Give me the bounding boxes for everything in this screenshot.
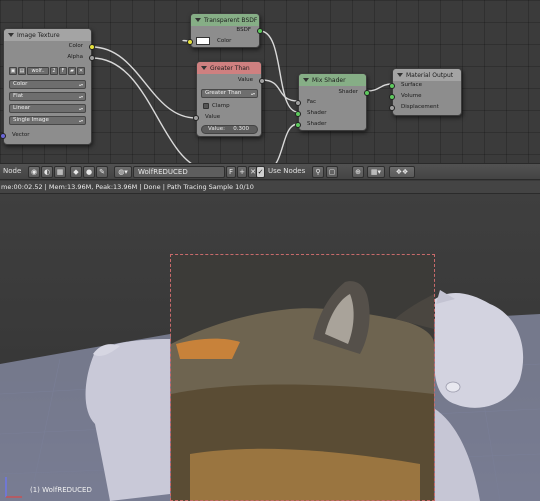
source-dropdown[interactable]: Single Image [9,116,86,125]
object-type-icon[interactable]: ◆ [70,166,82,178]
open-file-icon[interactable]: ▰ [68,67,76,75]
mix-shader-node[interactable]: Mix Shader Shader Fac Shader Shader [295,73,370,131]
clamp-checkbox[interactable] [203,103,209,109]
output-bsdf-socket[interactable] [257,28,263,34]
node-header[interactable]: Image Texture [4,29,91,41]
input-vector-socket[interactable] [0,133,6,139]
output-bsdf-label: BSDF [236,27,251,33]
material-browse-icon[interactable]: ◍▾ [114,166,132,178]
node-editor-header: Node ◉ ◐ ▦ ◆ ● ✎ ◍▾ WolfREDUCED F + ✕ ✓ … [0,163,540,180]
use-nodes-label: Use Nodes [268,167,306,175]
output-color-socket[interactable] [89,44,95,50]
value-field[interactable]: Value: 0.300 [201,125,258,134]
input-displacement-socket[interactable] [389,105,395,111]
node-title: Greater Than [210,64,250,72]
image-browse-icon[interactable]: ▣ [9,67,17,75]
input-surface-socket[interactable] [389,83,395,89]
backdrop-icon[interactable]: ▢ [326,166,338,178]
node-title: Image Texture [17,31,60,39]
input-color-label: Color [217,38,232,44]
pin-icon[interactable]: ⚲ [312,166,324,178]
color-swatch[interactable] [196,37,210,45]
input-vector-label: Vector [12,132,30,138]
input-shader2-label: Shader [307,121,327,127]
fake-user-button[interactable]: F [59,67,67,75]
color-space-dropdown[interactable]: Color [9,80,86,89]
output-value-socket[interactable] [259,78,265,84]
input-volume-socket[interactable] [389,94,395,100]
compositing-nodes-icon[interactable]: ◐ [41,166,53,178]
input-color-socket[interactable] [187,39,193,45]
value-field-number: 0.300 [233,126,249,132]
material-fake-user-button[interactable]: F [226,166,236,178]
output-color-label: Color [68,43,83,49]
wolf-eye [445,381,461,393]
node-header[interactable]: Transparent BSDF [191,14,259,26]
node-menu[interactable]: Node [3,167,21,175]
input-shader1-label: Shader [307,110,327,116]
node-title: Material Output [406,71,454,79]
link-color-to-value [91,46,197,119]
output-alpha-socket[interactable] [89,55,95,61]
output-value-label: Value [237,77,253,83]
input-volume-label: Volume [401,93,422,99]
node-title: Mix Shader [312,76,346,84]
render-status-bar: me:00:02.52 | Mem:13.96M, Peak:13.96M | … [0,181,540,194]
collapse-triangle-icon[interactable] [397,73,403,77]
texture-nodes-icon[interactable]: ▦ [54,166,66,178]
material-name-field[interactable]: WolfREDUCED [133,166,225,178]
collapse-triangle-icon[interactable] [201,66,207,70]
image-type-icon[interactable]: ▤ [18,67,26,75]
blender-window: Image Texture Color Alpha ▣ ▤ wolf.. 2 F… [0,0,540,501]
input-shader2-socket[interactable] [295,122,301,128]
render-preview-icons[interactable]: ❖❖ [389,166,415,178]
image-name-field[interactable]: wolf.. [27,67,49,75]
material-output-node[interactable]: Material Output Surface Volume Displacem… [389,68,462,116]
new-material-icon[interactable]: + [237,166,247,178]
node-title: Transparent BSDF [204,16,258,24]
input-value-socket[interactable] [193,115,199,121]
render-border-region[interactable] [170,254,435,501]
unlink-icon[interactable]: ✕ [77,67,85,75]
input-fac-socket[interactable] [295,100,301,106]
input-displacement-label: Displacement [401,104,439,110]
projection-dropdown[interactable]: Flat [9,92,86,101]
link-shader2 [275,123,299,163]
greater-than-node[interactable]: Greater Than Value Greater Than Clamp Va… [193,61,265,137]
input-value-label: Value [205,114,221,120]
3d-viewport[interactable]: (1) WolfREDUCED [0,194,540,501]
linestyle-icon[interactable]: ✎ [96,166,108,178]
node-header[interactable]: Material Output [393,69,461,81]
collapse-triangle-icon[interactable] [195,18,201,22]
image-texture-node[interactable]: Image Texture Color Alpha ▣ ▤ wolf.. 2 F… [0,28,95,145]
node-header[interactable]: Greater Than [197,62,261,74]
link-alpha [91,57,193,163]
user-count[interactable]: 2 [50,67,58,75]
operation-dropdown[interactable]: Greater Than [201,89,258,98]
node-editor[interactable]: Image Texture Color Alpha ▣ ▤ wolf.. 2 F… [0,0,540,163]
value-field-label: Value: [208,126,225,132]
use-nodes-checkbox[interactable]: ✓ [256,166,265,178]
collapse-triangle-icon[interactable] [8,33,14,37]
snap-element-dropdown[interactable]: ▦▾ [367,166,385,178]
node-header[interactable]: Mix Shader [299,74,366,86]
clamp-label: Clamp [212,103,230,109]
interpolation-dropdown[interactable]: Linear [9,104,86,113]
output-shader-socket[interactable] [364,90,370,96]
world-type-icon[interactable]: ● [83,166,95,178]
input-fac-label: Fac [307,99,317,105]
output-alpha-label: Alpha [67,54,83,60]
active-object-label: (1) WolfREDUCED [30,486,92,494]
transparent-bsdf-node[interactable]: Transparent BSDF BSDF Color [187,13,263,48]
collapse-triangle-icon[interactable] [303,78,309,82]
render-status-text: me:00:02.52 | Mem:13.96M, Peak:13.96M | … [1,183,254,191]
input-surface-label: Surface [401,82,422,88]
output-shader-label: Shader [338,89,358,95]
input-shader1-socket[interactable] [295,111,301,117]
link-value-to-fac [261,79,299,102]
shader-nodes-icon[interactable]: ◉ [28,166,40,178]
snap-icon[interactable]: ⊕ [352,166,364,178]
